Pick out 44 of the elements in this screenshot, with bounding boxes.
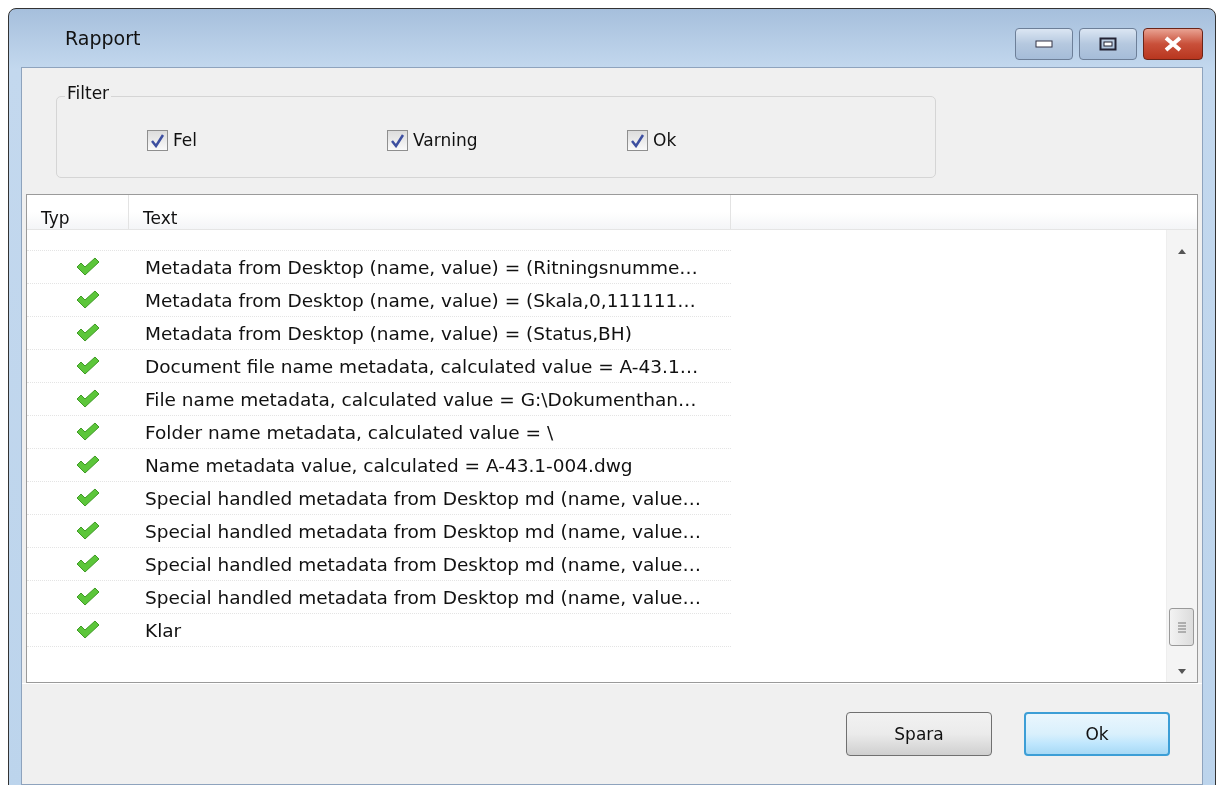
window-title: Rapport: [65, 27, 142, 49]
checkbox-icon[interactable]: [147, 129, 168, 151]
check-icon: [75, 454, 101, 476]
close-icon: [1163, 36, 1183, 52]
check-icon: [75, 355, 101, 377]
table-cell: Name metadata value, calculated = A-43.1-004.dwg: [145, 454, 633, 476]
table-cell: Folder name metadata, calculated value = \: [145, 421, 554, 443]
table-cell: Metadata from Desktop (name, value) = (Skala,0,111111…: [145, 289, 696, 311]
minimize-button[interactable]: [1015, 28, 1073, 60]
table-cell: Metadata from Desktop (name, value) = (Status,BH): [145, 322, 632, 344]
scrollbar[interactable]: [1166, 230, 1197, 682]
table-cell: Special handled metadata from Desktop md (name, value…: [145, 487, 701, 509]
close-button[interactable]: [1143, 28, 1203, 60]
check-icon: [75, 553, 101, 575]
checkbox-icon[interactable]: [387, 129, 408, 151]
table-cell: Klar: [145, 619, 182, 641]
maximize-icon: [1099, 37, 1117, 51]
table-cell: Special handled metadata from Desktop md (name, value…: [145, 520, 701, 542]
check-icon: [75, 520, 101, 542]
check-icon: [75, 256, 101, 278]
scroll-thumb[interactable]: [1169, 608, 1194, 646]
maximize-button[interactable]: [1079, 28, 1137, 60]
check-icon: [75, 322, 101, 344]
column-header[interactable]: Text: [129, 195, 731, 229]
table-cell: Special handled metadata from Desktop md (name, value…: [145, 586, 701, 608]
check-icon: [75, 586, 101, 608]
table-cell: Metadata from Desktop (name, value) = (Ritningsnumme…: [145, 256, 698, 278]
column-header[interactable]: Typ: [27, 195, 129, 229]
filter-checkbox[interactable]: Varning: [387, 129, 627, 151]
scroll-down-icon[interactable]: [1175, 666, 1189, 676]
filter-checkbox[interactable]: Fel: [147, 129, 387, 151]
check-icon: [75, 421, 101, 443]
checkbox-icon[interactable]: [627, 129, 648, 151]
dialog-button[interactable]: Spara: [846, 712, 992, 756]
check-icon: [75, 619, 101, 641]
check-icon: [75, 487, 101, 509]
table-cell: Document file name metadata, calculated value = A-43.1…: [145, 355, 699, 377]
check-icon: [75, 388, 101, 410]
check-icon: [75, 289, 101, 311]
table-cell: Special handled metadata from Desktop md (name, value…: [145, 553, 701, 575]
filter-checkbox[interactable]: Ok: [627, 129, 867, 151]
minimize-icon: [1035, 40, 1053, 48]
dialog-button[interactable]: Ok: [1024, 712, 1170, 756]
table-cell: File name metadata, calculated value = G:\Dokumenthan…: [145, 388, 697, 410]
